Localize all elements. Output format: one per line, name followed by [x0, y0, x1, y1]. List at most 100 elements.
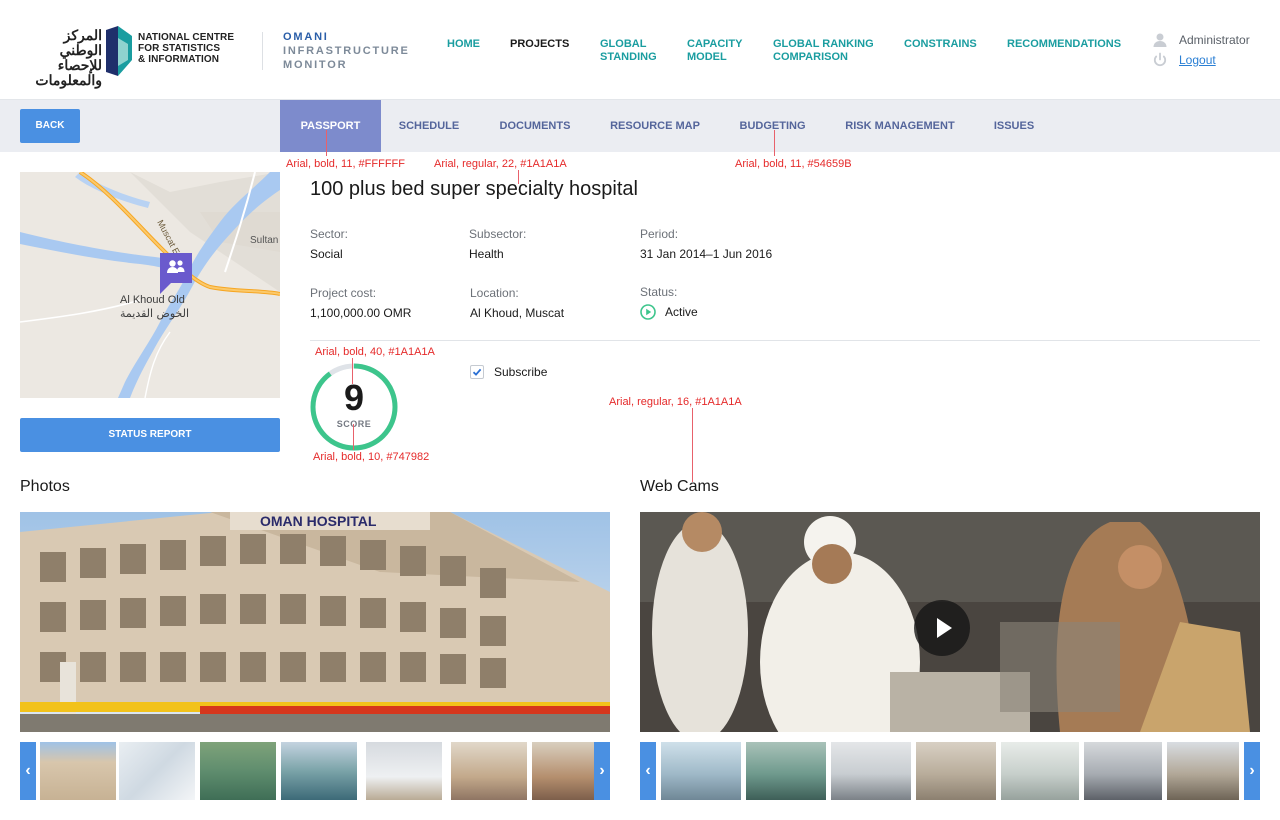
- nav-item-constrains[interactable]: CONSTRAINS: [904, 38, 977, 51]
- header-divider: [262, 32, 263, 70]
- photo-thumbnail[interactable]: [40, 742, 116, 800]
- logo-arabic-line: والمعلومات: [35, 72, 102, 88]
- map-place-label-ar: الخوض القديمة: [120, 307, 189, 320]
- webcam-thumbnail[interactable]: [1084, 742, 1162, 800]
- logo-arabic-line: للإحصاء: [57, 57, 102, 73]
- subsector-label: Subsector:: [469, 227, 527, 241]
- nav-item-projects[interactable]: PROJECTS: [510, 38, 569, 51]
- logo-english-text: NATIONAL CENTRE FOR STATISTICS & INFORMA…: [138, 32, 234, 65]
- logo-english-line: NATIONAL CENTRE: [138, 32, 235, 43]
- play-circle-icon: [640, 304, 656, 320]
- tab-schedule[interactable]: SCHEDULE: [390, 100, 468, 152]
- user-name: Administrator: [1179, 33, 1250, 47]
- subscribe-label: Subscribe: [494, 365, 548, 379]
- photo-thumbnail[interactable]: [366, 742, 442, 800]
- annotation-line: [518, 170, 519, 184]
- ncsi-logo[interactable]: المركز الوطني للإحصاء والمعلومات NATIONA…: [20, 26, 245, 88]
- nav-label: PROJECTS: [510, 38, 570, 50]
- photos-thumbnail-strip: ‹ ›: [20, 742, 610, 800]
- nav-label: GLOBAL: [600, 38, 647, 50]
- webcam-thumbnail[interactable]: [661, 742, 741, 800]
- project-map[interactable]: Muscat Exp Sultan Al Khoud Old الخوض الق…: [20, 172, 280, 398]
- photos-prev-arrow[interactable]: ‹: [20, 742, 36, 800]
- back-button[interactable]: BACK: [20, 109, 80, 143]
- user-row: Administrator: [1152, 32, 1250, 48]
- tab-resource-map[interactable]: RESOURCE MAP: [600, 100, 710, 152]
- logout-row[interactable]: Logout: [1152, 52, 1216, 68]
- tab-issues[interactable]: ISSUES: [984, 100, 1044, 152]
- hospital-photo: OMAN HOSPITAL: [20, 512, 610, 732]
- project-cost-label: Project cost:: [310, 286, 377, 300]
- nav-item-global-standing[interactable]: GLOBAL STANDING: [600, 38, 657, 64]
- status-label: Status:: [640, 285, 678, 299]
- map-canvas: Muscat Exp Sultan Al Khoud Old الخوض الق…: [20, 172, 280, 398]
- nav-label: CONSTRAINS: [904, 38, 977, 50]
- logo-mark-icon: [106, 26, 132, 76]
- sector-label: Sector:: [310, 227, 349, 241]
- webcam-player[interactable]: [640, 512, 1260, 732]
- photo-thumbnail[interactable]: [451, 742, 527, 800]
- sector-value: Social: [310, 247, 343, 261]
- tab-passport[interactable]: PASSPORT: [280, 100, 381, 152]
- map-marker-icon[interactable]: [157, 250, 195, 296]
- webcams-prev-arrow[interactable]: ‹: [640, 742, 656, 800]
- location-label: Location:: [470, 286, 519, 300]
- tab-risk-management[interactable]: RISK MANAGEMENT: [834, 100, 966, 152]
- score-gauge: 9 SCORE: [310, 362, 400, 452]
- photos-title: Photos: [20, 478, 70, 495]
- nav-label: GLOBAL RANKING: [773, 38, 874, 50]
- annotation-line: [326, 130, 327, 156]
- nav-item-recommendations[interactable]: RECOMMENDATIONS: [1007, 38, 1121, 51]
- photos-next-arrow[interactable]: ›: [594, 742, 610, 800]
- play-button[interactable]: [914, 600, 970, 656]
- annotation-note: Arial, bold, 11, #54659B: [735, 158, 852, 170]
- annotation-note: Arial, bold, 11, #FFFFFF: [286, 158, 405, 170]
- webcam-thumbnail[interactable]: [831, 742, 911, 800]
- nav-label: COMPARISON: [773, 51, 848, 63]
- photo-thumbnail[interactable]: [119, 742, 195, 800]
- app-title-line: OMANI: [283, 31, 329, 43]
- period-label: Period:: [640, 227, 679, 241]
- power-icon: [1153, 52, 1167, 67]
- header: المركز الوطني للإحصاء والمعلومات NATIONA…: [0, 0, 1280, 100]
- subscribe-checkbox[interactable]: Subscribe: [470, 365, 547, 379]
- user-icon: [1153, 33, 1167, 47]
- score-value: 9: [343, 377, 365, 418]
- annotation-note: Arial, regular, 16, #1A1A1A: [609, 396, 742, 408]
- webcams-next-arrow[interactable]: ›: [1244, 742, 1260, 800]
- logo-arabic-text: المركز الوطني للإحصاء والمعلومات: [20, 28, 102, 88]
- checkbox-box[interactable]: [470, 365, 484, 379]
- webcam-thumbnail[interactable]: [746, 742, 826, 800]
- location-value: Al Khoud, Muscat: [470, 306, 565, 320]
- annotation-note: Arial, bold, 40, #1A1A1A: [315, 346, 435, 358]
- nav-item-capacity-model[interactable]: CAPACITY MODEL: [687, 38, 742, 64]
- nav-label: HOME: [447, 38, 480, 50]
- webcam-thumbnail[interactable]: [1001, 742, 1079, 800]
- logo-arabic-line: المركز الوطني: [59, 27, 102, 58]
- webcam-thumbnail[interactable]: [916, 742, 996, 800]
- tab-documents[interactable]: DOCUMENTS: [488, 100, 582, 152]
- period-value: 31 Jan 2014–1 Jun 2016: [640, 247, 773, 261]
- project-tabbar: BACK PASSPORT SCHEDULE DOCUMENTS RESOURC…: [0, 100, 1280, 152]
- nav-item-global-ranking[interactable]: GLOBAL RANKING COMPARISON: [773, 38, 874, 64]
- status-report-button[interactable]: STATUS REPORT: [20, 418, 280, 452]
- logo-english-line: & INFORMATION: [138, 54, 220, 65]
- tab-budgeting[interactable]: BUDGETING: [730, 100, 815, 152]
- status-value: Active: [665, 305, 698, 319]
- annotation-line: [352, 358, 353, 384]
- annotation-line: [774, 130, 775, 156]
- building-sign: OMAN HOSPITAL: [260, 513, 377, 529]
- project-title: 100 plus bed super specialty hospital: [310, 178, 638, 200]
- logout-link[interactable]: Logout: [1179, 53, 1216, 67]
- nav-label: CAPACITY: [687, 38, 743, 50]
- photo-thumbnail[interactable]: [281, 742, 357, 800]
- project-cost-value: 1,100,000.00 OMR: [310, 306, 412, 320]
- nav-label: STANDING: [600, 51, 657, 63]
- webcams-title: Web Cams: [640, 478, 719, 495]
- nav-item-home[interactable]: HOME: [447, 38, 480, 51]
- webcam-thumbnail[interactable]: [1167, 742, 1239, 800]
- checkmark-icon: [472, 368, 482, 376]
- map-town-label: Sultan: [250, 235, 278, 246]
- main-photo[interactable]: OMAN HOSPITAL: [20, 512, 610, 732]
- photo-thumbnail[interactable]: [200, 742, 276, 800]
